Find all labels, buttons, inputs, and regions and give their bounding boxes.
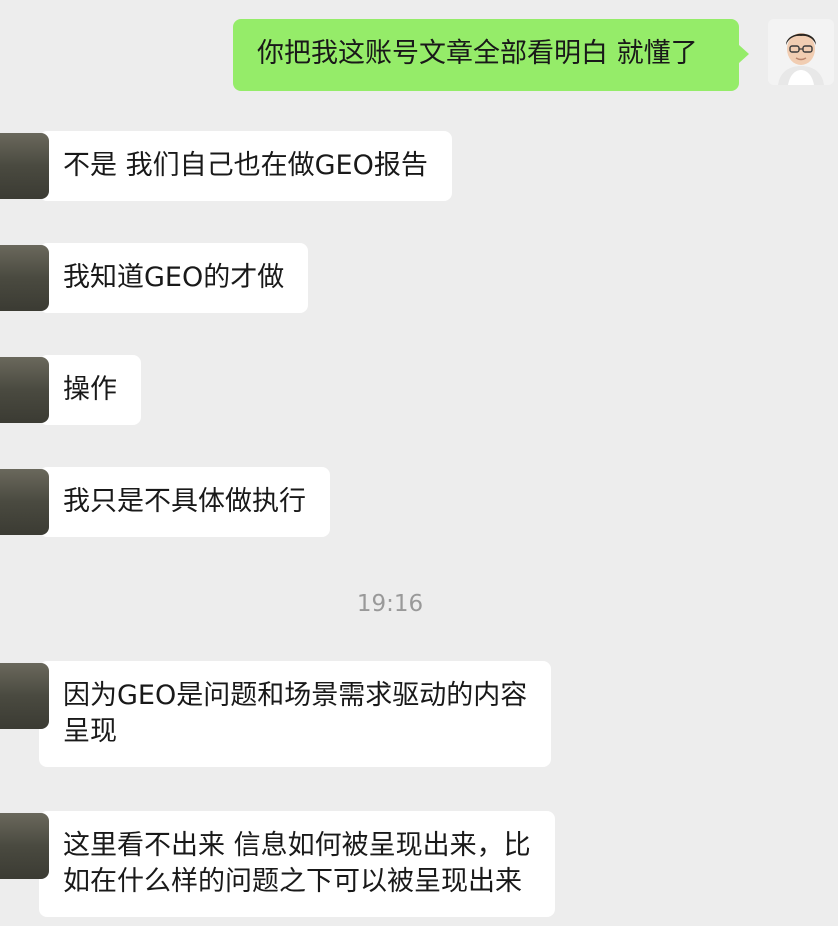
- user-avatar-icon[interactable]: [768, 19, 834, 85]
- message-bubble-self[interactable]: 你把我这账号文章全部看明白 就懂了: [233, 19, 749, 91]
- contact-avatar-icon[interactable]: [0, 133, 49, 199]
- contact-avatar-icon[interactable]: [0, 663, 49, 729]
- chat-panel: 你把我这账号文章全部看明白 就懂了 不是 我们自己也在做GEO报告 我知道GEO…: [0, 0, 838, 926]
- message-bubble-peer[interactable]: 不是 我们自己也在做GEO报告: [0, 131, 452, 201]
- message-text-line: 呈现: [63, 716, 117, 747]
- message-bubble-peer[interactable]: 这里看不出来 信息如何被呈现出来，比 如在什么样的问题之下可以被呈现出来: [0, 811, 555, 917]
- message-text: 操作: [63, 374, 117, 405]
- message-text: 不是 我们自己也在做GEO报告: [63, 150, 428, 181]
- message-text: 我只是不具体做执行: [63, 486, 306, 517]
- message-bubble-peer[interactable]: 我知道GEO的才做: [0, 243, 309, 313]
- message-text: 你把我这账号文章全部看明白 就懂了: [257, 38, 698, 69]
- message-timestamp: 19:16: [356, 591, 424, 617]
- message-text-line: 如在什么样的问题之下可以被呈现出来: [63, 866, 522, 897]
- contact-avatar-icon[interactable]: [0, 245, 49, 311]
- message-text-line: 这里看不出来 信息如何被呈现出来，比: [63, 830, 531, 861]
- message-text: 我知道GEO的才做: [63, 262, 285, 293]
- message-text-line: 因为GEO是问题和场景需求驱动的内容: [63, 680, 528, 711]
- message-bubble-peer[interactable]: 因为GEO是问题和场景需求驱动的内容 呈现: [0, 661, 552, 767]
- contact-avatar-icon[interactable]: [0, 357, 49, 423]
- contact-avatar-icon[interactable]: [0, 813, 49, 879]
- contact-avatar-icon[interactable]: [0, 469, 49, 535]
- message-bubble-peer[interactable]: 操作: [0, 355, 141, 425]
- message-bubble-peer[interactable]: 我只是不具体做执行: [0, 467, 330, 537]
